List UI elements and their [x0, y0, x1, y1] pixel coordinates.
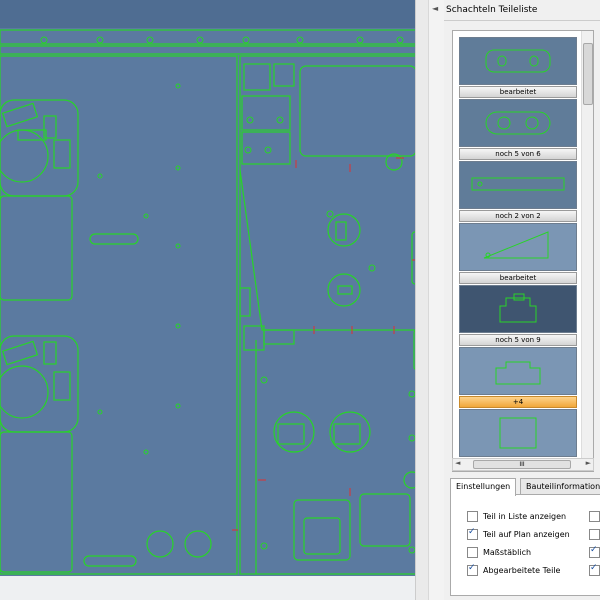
part-tile[interactable]	[459, 409, 577, 457]
part-tile[interactable]: noch 5 von 9	[459, 285, 577, 346]
part-tile[interactable]: bearbeitet	[459, 223, 577, 284]
parts-list[interactable]: bearbeitet noch 5 von 6 noch 2 von 2 bea…	[452, 30, 594, 472]
parts-list-hscrollbar[interactable]: ◄ III ►	[452, 458, 594, 471]
option-label: Teil in Liste anzeigen	[483, 512, 567, 521]
settings-panel: Teil in Liste anzeigen Teil auf Plan anz…	[450, 494, 600, 596]
part-preview-icon	[483, 231, 549, 259]
divider	[444, 20, 600, 21]
collapse-arrow-icon[interactable]: ◄	[432, 4, 438, 13]
part-tile[interactable]: noch 2 von 2	[459, 161, 577, 222]
part-status-label: noch 5 von 6	[459, 148, 577, 160]
part-thumbnail[interactable]	[459, 223, 577, 271]
secondary-checkbox[interactable]	[589, 545, 600, 558]
sheet-drawing[interactable]	[0, 0, 428, 600]
part-preview-icon	[485, 111, 551, 135]
secondary-checkbox[interactable]	[589, 511, 600, 522]
option-label: Abgearbeitete Teile	[483, 566, 561, 575]
scroll-right-icon[interactable]: ►	[586, 459, 591, 467]
checkbox[interactable]	[467, 547, 478, 558]
parts-list-scrollbar[interactable]	[581, 31, 593, 471]
secondary-checkbox[interactable]	[589, 529, 600, 540]
part-thumbnail[interactable]	[459, 99, 577, 147]
part-thumbnail[interactable]	[459, 409, 577, 457]
hscroll-thumb[interactable]: III	[473, 460, 571, 469]
panel-splitter[interactable]: ◄	[428, 0, 445, 600]
checkbox[interactable]	[467, 563, 478, 576]
checkbox[interactable]	[467, 527, 478, 540]
part-preview-icon	[471, 177, 565, 191]
part-thumbnail[interactable]	[459, 161, 577, 209]
scrollbar-thumb[interactable]	[583, 43, 593, 105]
part-status-label: noch 5 von 9	[459, 334, 577, 346]
part-preview-icon	[485, 49, 551, 73]
canvas-scrollbar[interactable]	[415, 0, 428, 600]
option-teil-auf-plan[interactable]: Teil auf Plan anzeigen	[467, 527, 570, 540]
part-status-label: bearbeitet	[459, 86, 577, 98]
nesting-canvas[interactable]	[0, 0, 428, 600]
part-status-label: noch 2 von 2	[459, 210, 577, 222]
checkbox[interactable]	[467, 511, 478, 522]
panel-title: Schachteln Teileliste	[446, 5, 538, 15]
part-thumbnail[interactable]	[459, 285, 577, 333]
tab-einstellungen[interactable]: Einstellungen	[450, 478, 517, 496]
settings-tabs: Einstellungen Bauteilinformatione Teil i…	[444, 478, 600, 600]
option-massstaeblich[interactable]: Maßstäblich	[467, 547, 531, 558]
part-preview-icon	[495, 361, 541, 385]
parts-list-panel: Schachteln Teileliste bearbeitet noch 5 …	[444, 0, 600, 600]
part-preview-icon	[499, 417, 537, 449]
option-label: Teil auf Plan anzeigen	[483, 530, 570, 539]
part-thumbnail[interactable]	[459, 37, 577, 85]
part-preview-icon	[499, 293, 537, 323]
part-tile[interactable]: +4	[459, 347, 577, 408]
part-status-label: +4	[459, 396, 577, 408]
part-thumbnail[interactable]	[459, 347, 577, 395]
part-status-label: bearbeitet	[459, 272, 577, 284]
option-abgearbeitete-teile[interactable]: Abgearbeitete Teile	[467, 563, 561, 576]
tab-bauteilinformationen[interactable]: Bauteilinformatione	[520, 478, 600, 495]
secondary-checkbox[interactable]	[589, 563, 600, 576]
part-tile[interactable]: bearbeitet	[459, 37, 577, 98]
option-label: Maßstäblich	[483, 548, 532, 557]
part-tile[interactable]: noch 5 von 6	[459, 99, 577, 160]
option-teil-in-liste[interactable]: Teil in Liste anzeigen	[467, 511, 566, 522]
scroll-left-icon[interactable]: ◄	[455, 459, 460, 467]
